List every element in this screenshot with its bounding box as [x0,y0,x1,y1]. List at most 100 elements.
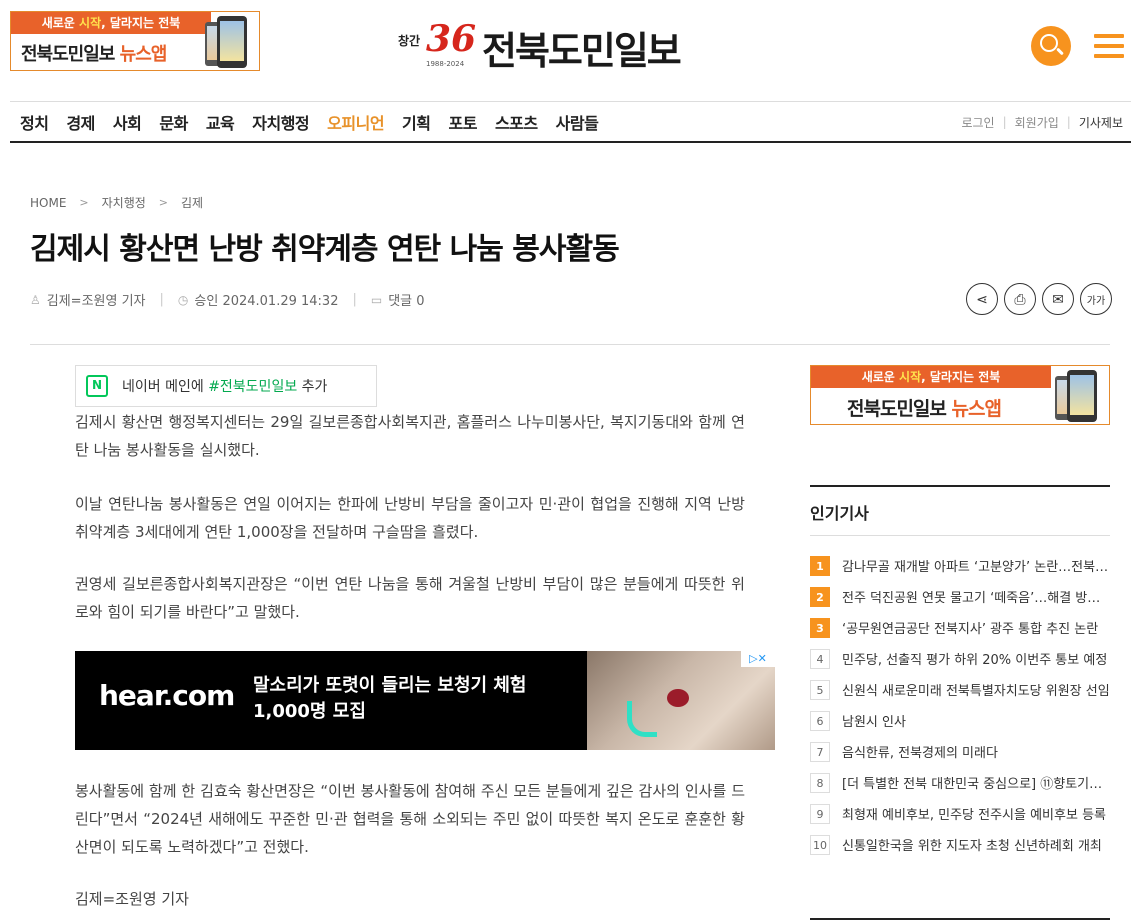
hamburger-menu-button[interactable] [1094,34,1124,60]
nav-item-society[interactable]: 사회 [113,110,142,134]
nav-item-opinion[interactable]: 오피니언 [327,110,384,134]
font-size-button[interactable]: 가가 [1080,283,1112,315]
popular-item[interactable]: 9 최형재 예비후보, 민주당 전주시을 예비후보 등록 [810,798,1110,829]
popular-item-text[interactable]: 신원식 새로운미래 전북특별자치도당 위원장 선임 [842,680,1110,699]
menu-icon-bar [1094,54,1124,58]
divider [30,344,1110,345]
article-byline: 김제=조원영 기자 [75,890,189,908]
article-paragraph: 봉사활동에 함께 한 김효숙 황산면장은 “이번 봉사활동에 참여해 주신 모든… [75,782,745,856]
breadcrumb-section[interactable]: 자치행정 [102,194,146,211]
report-link[interactable]: 기사제보 [1079,114,1123,131]
banner-app-name: 전북도민일보 뉴스앱 [847,398,1002,420]
nav-items: 정치 경제 사회 문화 교육 자치행정 오피니언 기획 포토 스포츠 사람들 [20,102,616,142]
chevron-right-icon: > [158,196,169,209]
logo-prefix: 창간 [398,34,421,48]
article-paragraph: 이날 연탄나눔 봉사활동은 연일 이어지는 한파에 난방비 부담을 줄이고자 민… [75,495,745,541]
nav-item-education[interactable]: 교육 [206,110,235,134]
rank-badge: 4 [810,648,830,669]
divider [810,918,1110,920]
popular-item[interactable]: 6 남원시 인사 [810,705,1110,736]
rank-badge: 10 [810,834,830,855]
search-button[interactable] [1031,26,1071,66]
article-paragraph: 김제시 황산면 행정복지센터는 29일 길보른종합사회복지관, 홈플러스 나누미… [75,413,745,459]
clock-icon: ◷ [177,292,189,307]
share-button[interactable]: ⋖ [966,283,998,315]
nav-item-local-admin[interactable]: 자치행정 [252,110,309,134]
popular-item-text[interactable]: [더 특별한 전북 대한민국 중심으로] ⑪향토기업 육성 [842,773,1110,792]
separator: | [1066,115,1071,129]
breadcrumb: HOME > 자치행정 > 김제 [30,194,203,211]
print-button[interactable]: ⎙ [1004,283,1036,315]
nav-item-sports[interactable]: 스포츠 [495,110,538,134]
popular-item-text[interactable]: 신통일한국을 위한 지도자 초청 신년하례회 개최 [842,835,1102,854]
ad-logo: hear.com [99,679,235,712]
popular-item[interactable]: 3 ‘공무원연금공단 전북지사’ 광주 통합 추진 논란 [810,612,1110,643]
popular-item-text[interactable]: 민주당, 선출직 평가 하위 20% 이번주 통보 예정 [842,649,1107,668]
popular-item[interactable]: 10 신통일한국을 위한 지도자 초청 신년하례회 개최 [810,829,1110,860]
share-icon: ⋖ [976,290,988,307]
popular-item[interactable]: 1 감나무골 재개발 아파트 ‘고분양가’ 논란…전북 최고가 될 듯 [810,550,1110,581]
naver-subscribe-box[interactable]: 네이버 메인에 #전북도민일보 추가 [75,365,377,407]
nav-item-culture[interactable]: 문화 [159,110,188,134]
popular-item[interactable]: 2 전주 덕진공원 연못 물고기 ‘떼죽음’…해결 방안은 [810,581,1110,612]
popular-item-text[interactable]: ‘공무원연금공단 전북지사’ 광주 통합 추진 논란 [842,618,1098,637]
menu-icon-bar [1094,34,1124,38]
rank-badge: 1 [810,555,830,576]
rank-badge: 3 [810,617,830,638]
comment-icon: ▭ [370,292,383,307]
main-nav: 정치 경제 사회 문화 교육 자치행정 오피니언 기획 포토 스포츠 사람들 로… [10,101,1131,143]
search-icon-handle [1056,47,1064,56]
article-paragraph: 권영세 길보른종합사회복지관장은 “이번 연탄 나눔을 통해 겨울철 난방비 부… [75,575,745,621]
app-banner-top[interactable]: 새로운 시작, 달라지는 전북 전북도민일보 뉴스앱 [10,11,260,71]
breadcrumb-home[interactable]: HOME [30,196,66,210]
ad-close-button[interactable]: ▷✕ [741,651,775,667]
popular-item[interactable]: 4 민주당, 선출직 평가 하위 20% 이번주 통보 예정 [810,643,1110,674]
nav-item-economy[interactable]: 경제 [66,110,95,134]
comment-count[interactable]: 댓글 0 [388,290,424,309]
breadcrumb-subsection[interactable]: 김제 [181,194,203,211]
popular-item-text[interactable]: 전주 덕진공원 연못 물고기 ‘떼죽음’…해결 방안은 [842,587,1110,606]
site-logo[interactable]: 창간 36 1988-2024 전북도민일보 [398,16,748,73]
banner-tagline: 새로운 시작, 달라지는 전북 [811,366,1051,388]
article-tools: ⋖ ⎙ ✉ 가가 [966,283,1118,315]
logo-years: 1988-2024 [426,60,465,68]
article-date: 승인 2024.01.29 14:32 [194,294,339,309]
logo-name: 전북도민일보 [482,28,682,73]
popular-item-text[interactable]: 최형재 예비후보, 민주당 전주시을 예비후보 등록 [842,804,1106,823]
popular-list: 1 감나무골 재개발 아파트 ‘고분양가’ 논란…전북 최고가 될 듯 2 전주 덕… [810,550,1110,860]
article-title: 김제시 황산면 난방 취약계층 연탄 나눔 봉사활동 [30,232,620,267]
logo-anniversary-number: 36 [426,18,477,60]
login-link[interactable]: 로그인 [961,114,994,131]
popular-item[interactable]: 5 신원식 새로운미래 전북특별자치도당 위원장 선임 [810,674,1110,705]
nav-item-photo[interactable]: 포토 [449,110,478,134]
naver-icon [86,375,108,397]
popular-item-text[interactable]: 남원시 인사 [842,711,906,730]
rank-badge: 9 [810,803,830,824]
font-size-icon: 가가 [1086,295,1106,307]
user-icon: ♙ [30,292,41,307]
nav-item-feature[interactable]: 기획 [402,110,431,134]
nav-item-people[interactable]: 사람들 [556,110,599,134]
rank-badge: 7 [810,741,830,762]
signup-link[interactable]: 회원가입 [1015,114,1059,131]
popular-item-text[interactable]: 음식한류, 전북경제의 미래다 [842,742,998,761]
email-button[interactable]: ✉ [1042,283,1074,315]
phone-image [1067,370,1097,422]
naver-text: 네이버 메인에 #전북도민일보 추가 [122,379,328,395]
rank-badge: 8 [810,772,830,793]
ad-line: 1,000명 모집 [253,701,366,722]
ad-text: 말소리가 또렷이 들리는 보청기 체험 1,000명 모집 [253,673,526,725]
rank-badge: 6 [810,710,830,731]
menu-icon-bar [1094,44,1124,48]
arrow-icon [627,701,657,737]
ad-banner[interactable]: hear.com 말소리가 또렷이 들리는 보청기 체험 1,000명 모집 ▷… [75,651,775,750]
utility-links: 로그인 | 회원가입 | 기사제보 [961,102,1123,142]
popular-item[interactable]: 8 [더 특별한 전북 대한민국 중심으로] ⑪향토기업 육성 [810,767,1110,798]
popular-item-text[interactable]: 감나무골 재개발 아파트 ‘고분양가’ 논란…전북 최고가 될 듯 [842,556,1110,575]
app-banner-side[interactable]: 새로운 시작, 달라지는 전북 전북도민일보 뉴스앱 [810,365,1110,425]
popular-articles: 인기기사 1 감나무골 재개발 아파트 ‘고분양가’ 논란…전북 최고가 될 듯 … [810,485,1110,860]
separator: | [1002,115,1007,129]
nav-item-politics[interactable]: 정치 [20,110,49,134]
popular-item[interactable]: 7 음식한류, 전북경제의 미래다 [810,736,1110,767]
popular-title: 인기기사 [810,487,1110,536]
